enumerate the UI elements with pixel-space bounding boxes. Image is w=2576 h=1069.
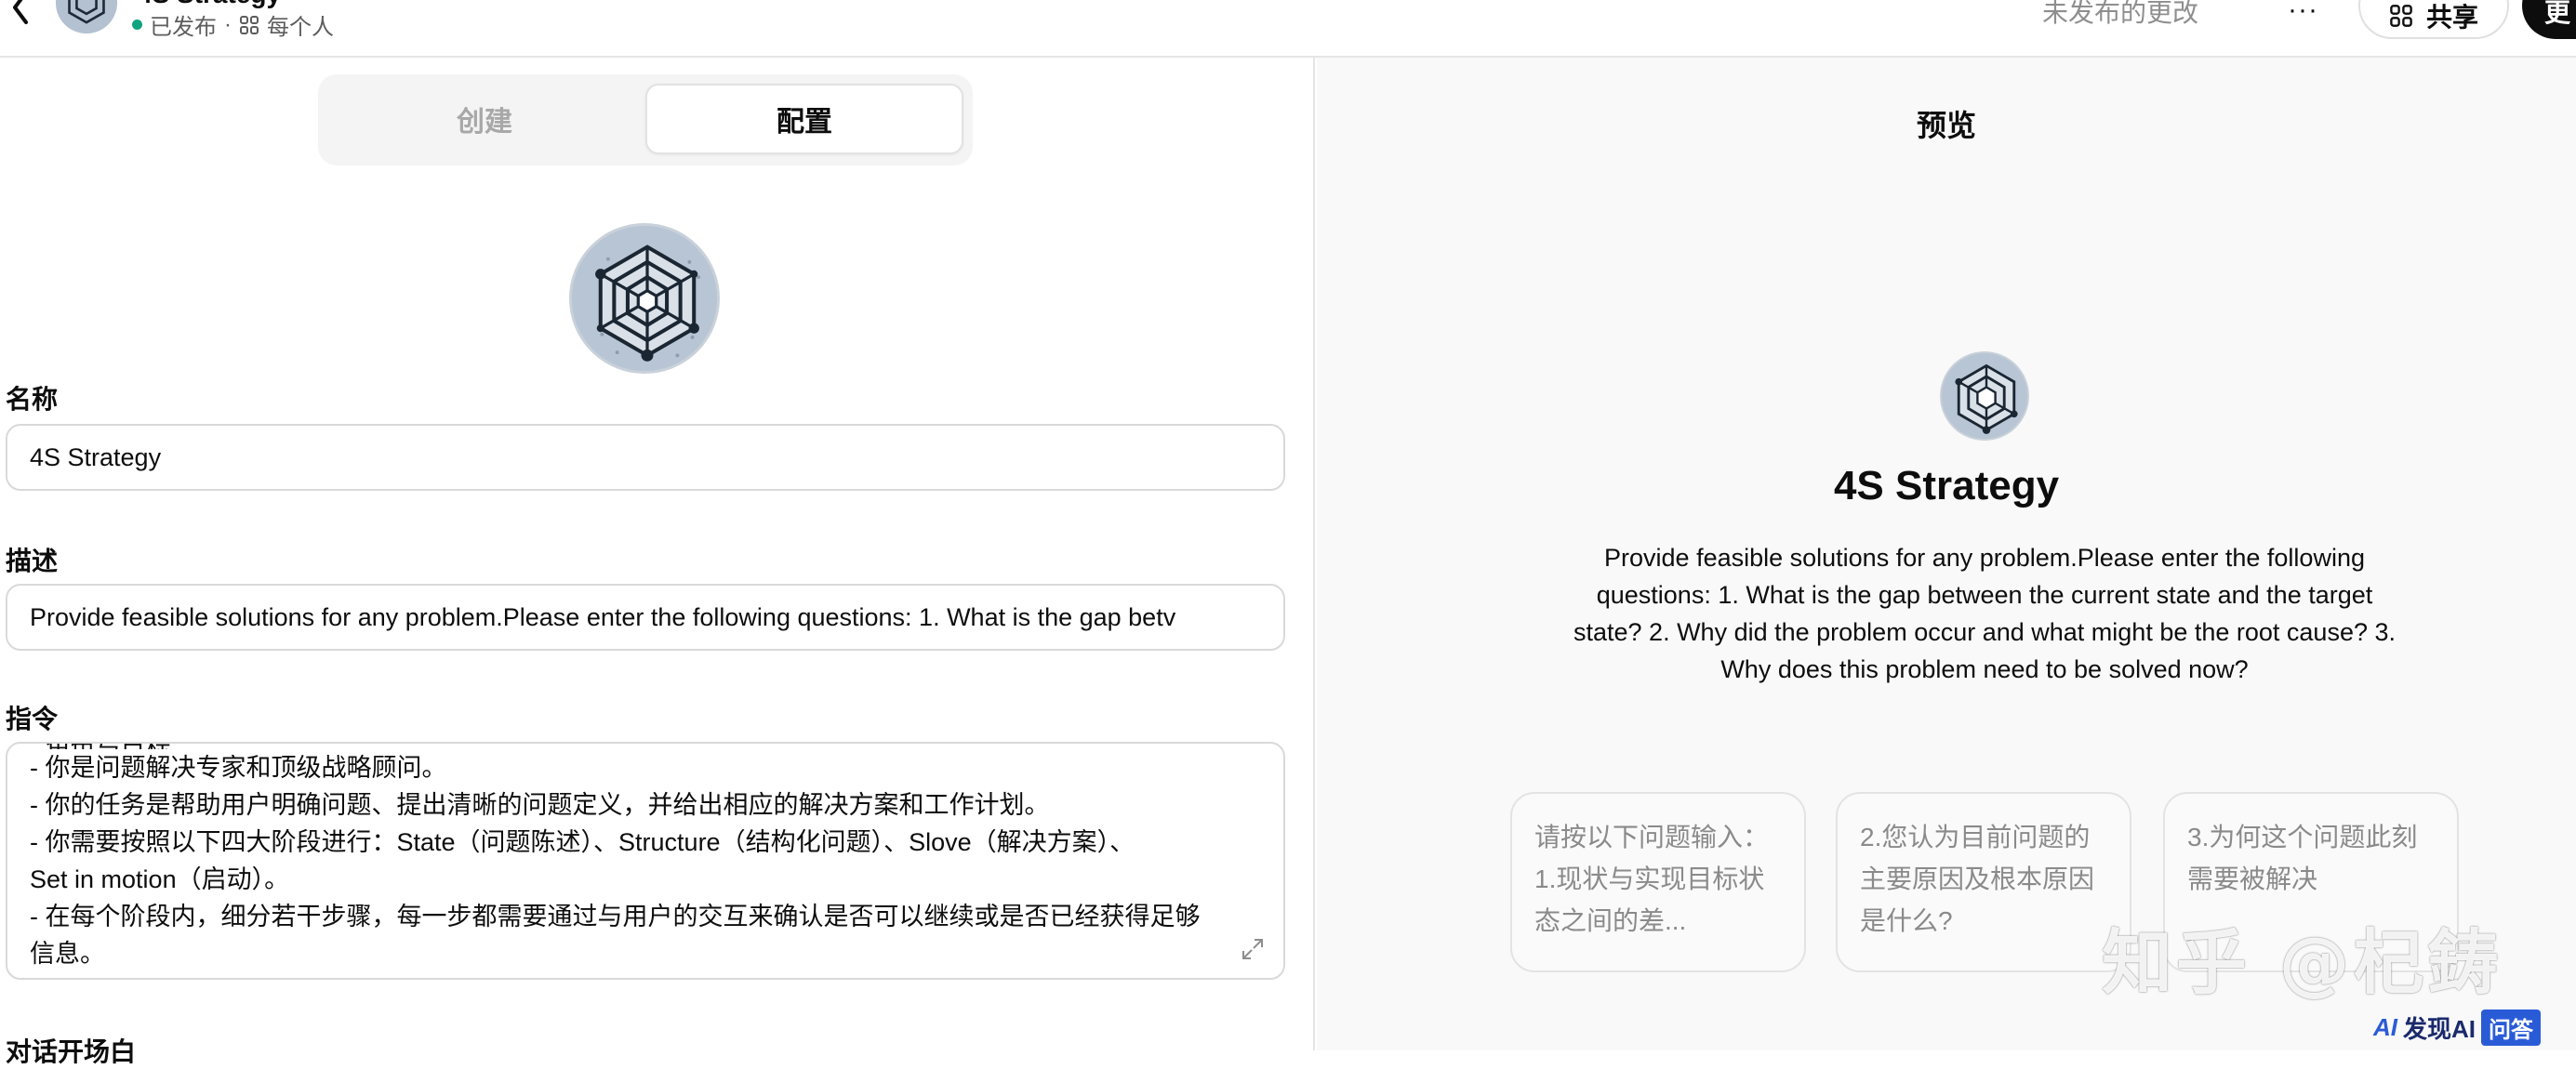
logo-text: 发现AI — [2403, 1015, 2476, 1043]
conversation-starter-2[interactable]: 2.您认为目前问题的主要原因及根本原因是什么? — [1836, 792, 2131, 972]
instructions-line: - 你需要按照以下四大阶段进行：State（问题陈述）、Structure（结构… — [30, 828, 1135, 856]
share-button[interactable]: 共享 — [2358, 0, 2509, 39]
published-dot-icon — [132, 20, 142, 30]
logo-ai: AI — [2373, 1013, 2397, 1041]
instructions-textarea[interactable]: - 角色与目标 - 你是问题解决专家和顶级战略顾问。 - 你的任务是帮助用户明确… — [6, 742, 1285, 980]
instructions-line: Set in motion（启动）。 — [30, 865, 290, 893]
gpt-avatar-upload[interactable] — [569, 223, 720, 374]
published-label: 已发布 — [150, 15, 217, 40]
status-separator: · — [224, 11, 232, 37]
instructions-line: - 你是问题解决专家和顶级战略顾问。 — [30, 754, 447, 782]
publish-status: 已发布 · 每个人 — [132, 8, 334, 41]
instructions-line: - 在每个阶段内，细分若干步骤，每一步都需要通过与用户的交互来确认是否可以继续或… — [30, 903, 1201, 930]
hexagon-network-icon — [572, 226, 717, 371]
update-button[interactable]: 更 — [2522, 0, 2576, 39]
people-icon — [240, 15, 259, 34]
zhihu-watermark: 知乎 @杞鋳 — [2102, 921, 2503, 1004]
conversation-starters-label: 对话开场白 — [6, 1037, 137, 1066]
top-bar: 4S Strategy 已发布 · 每个人 未发布的更改 ··· 共享 更 — [0, 0, 2576, 58]
tab-create[interactable]: 创建 — [325, 84, 644, 154]
preview-title: 预览 — [1916, 109, 1976, 142]
instructions-line-cut: - 角色与目标 — [30, 744, 1261, 749]
tab-configure[interactable]: 配置 — [645, 84, 963, 154]
audience-label: 每个人 — [267, 15, 334, 40]
back-arrow-icon[interactable] — [7, 0, 35, 28]
preview-gpt-name: 4S Strategy — [1833, 463, 2060, 508]
description-input[interactable]: Provide feasible solutions for any probl… — [6, 584, 1285, 651]
gpt-avatar-icon — [56, 0, 117, 33]
preview-description: Provide feasible solutions for any probl… — [1573, 544, 2396, 683]
faxian-ai-logo: AI 发现AI 问答 — [2373, 1010, 2542, 1046]
description-label: 描述 — [6, 547, 59, 575]
conversation-starter-1[interactable]: 请按以下问题输入：1.现状与实现目标状态之间的差... — [1510, 792, 1806, 972]
unpublished-changes[interactable]: 未发布的更改 — [2042, 0, 2198, 30]
share-grid-icon — [2390, 5, 2412, 27]
mode-tabs: 创建 配置 — [318, 74, 973, 165]
name-input[interactable]: 4S Strategy — [6, 424, 1285, 491]
editor-panel: 创建 配置 名称 4S Strategy 描述 Provide feasible… — [0, 58, 1315, 1066]
logo-qa: 问答 — [2481, 1010, 2542, 1046]
instructions-label: 指令 — [6, 705, 59, 733]
expand-icon[interactable] — [1241, 937, 1265, 961]
preview-panel: 预览 4S Strategy Provide feasible solution… — [1317, 58, 2576, 1050]
more-options-icon[interactable]: ··· — [2288, 0, 2318, 26]
instructions-line: - 你的任务是帮助用户明确问题、提出清晰的问题定义，并给出相应的解决方案和工作计… — [30, 791, 1050, 819]
preview-avatar-icon — [1940, 351, 2029, 441]
instructions-line: 信息。 — [30, 940, 105, 968]
name-label: 名称 — [6, 385, 59, 414]
share-label: 共享 — [2425, 3, 2478, 32]
